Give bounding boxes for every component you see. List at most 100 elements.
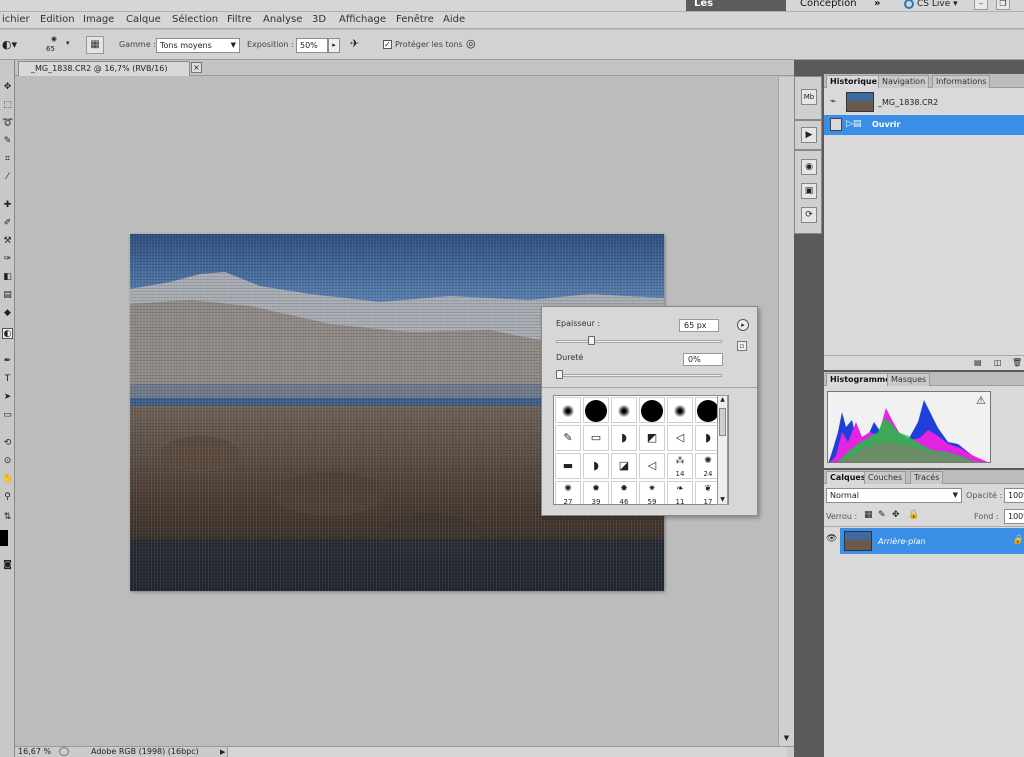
brush-scatter-preset[interactable]: ✸ 46 [611, 481, 637, 504]
menu-view[interactable]: Affichage [339, 14, 386, 25]
history-brush-source-box[interactable] [830, 118, 842, 131]
crop-tool-icon[interactable]: ⌗ [2, 154, 13, 165]
status-menu-icon[interactable]: ▶ [220, 747, 225, 757]
workspace-essentials-button[interactable]: Les indispensables [686, 0, 786, 23]
history-state-row[interactable]: ▷▤ Ouvrir [824, 115, 1024, 135]
dodge-tool-icon[interactable]: ◐ [2, 328, 13, 339]
brush-grid-scrollbar[interactable]: ▲ ▼ [717, 395, 728, 505]
tab-navigation[interactable]: Navigation [878, 75, 930, 88]
horizontal-scrollbar[interactable] [227, 747, 787, 757]
brush-angled-icon[interactable]: ◪ [611, 453, 637, 479]
menu-edit[interactable]: Edition [40, 14, 75, 25]
path-select-tool-icon[interactable]: ➤ [2, 392, 13, 403]
close-icon[interactable]: × [191, 62, 202, 73]
restore-icon[interactable]: ❐ [996, 0, 1010, 10]
menu-image[interactable]: Image [83, 14, 114, 25]
clone-source-icon[interactable]: ⟳ [801, 207, 817, 223]
new-snapshot-icon[interactable]: ◫ [994, 358, 1002, 367]
menu-select[interactable]: Sélection [172, 14, 218, 25]
move-tool-icon[interactable]: ✥ [2, 82, 13, 93]
brush-tool-icon[interactable]: ✐ [2, 218, 13, 229]
brush-angled-icon[interactable]: ◩ [639, 425, 665, 451]
brush-size-slider[interactable] [556, 340, 722, 343]
new-document-from-state-icon[interactable]: ▤ [974, 358, 982, 367]
scroll-down-icon[interactable]: ▼ [781, 734, 792, 744]
scrollbar-thumb[interactable] [719, 408, 726, 436]
brush-fan-icon[interactable]: ◁ [667, 425, 693, 451]
brush-round-tip-icon[interactable]: ◗ [583, 453, 609, 479]
brush-flat-icon[interactable]: ▬ [555, 453, 581, 479]
brush-soft-round[interactable] [667, 397, 693, 423]
minimize-icon[interactable]: – [974, 0, 988, 10]
actions-play-icon[interactable]: ▶ [801, 127, 817, 143]
mini-bridge-icon[interactable]: Mb [801, 89, 817, 105]
brush-size-input[interactable]: 65 px [679, 319, 719, 332]
menu-file[interactable]: ichier [2, 14, 30, 25]
menu-help[interactable]: Aide [443, 14, 465, 25]
marquee-tool-icon[interactable]: ⬚ [2, 100, 13, 111]
workspace-more-button[interactable]: » [866, 0, 888, 11]
clone-stamp-tool-icon[interactable]: ⚒ [2, 236, 13, 247]
exposure-input[interactable]: 50% [296, 38, 328, 53]
pressure-size-icon[interactable]: ◎ [466, 37, 482, 53]
workspace-conception-button[interactable]: Conception [792, 0, 865, 11]
quick-mask-icon[interactable]: ◙ [2, 560, 13, 571]
brush-scatter-preset[interactable]: ❧ 11 [667, 481, 693, 504]
foreground-color-swatch[interactable] [0, 530, 8, 546]
type-tool-icon[interactable]: T [2, 374, 13, 385]
zoom-tool-icon[interactable]: ⚲ [2, 492, 13, 503]
healing-brush-tool-icon[interactable]: ✚ [2, 200, 13, 211]
quick-select-tool-icon[interactable]: ✎ [2, 136, 13, 147]
range-select[interactable]: Tons moyens ▼ [156, 38, 240, 53]
brush-scatter-preset[interactable]: ✺ 27 [555, 481, 581, 504]
tab-info[interactable]: Informations [932, 75, 991, 88]
warning-icon[interactable]: ⚠ [976, 394, 986, 407]
protect-tones-checkbox[interactable]: ✓ [383, 40, 392, 49]
brush-soft-round[interactable] [611, 397, 637, 423]
lock-position-icon[interactable]: ✥ [892, 510, 900, 520]
scroll-up-icon[interactable]: ▲ [718, 396, 727, 404]
menu-window[interactable]: Fenêtre [396, 14, 434, 25]
hardness-slider[interactable] [556, 374, 722, 377]
fill-input[interactable]: 100% [1004, 509, 1024, 524]
brush-scatter-preset[interactable]: ✹ 39 [583, 481, 609, 504]
tab-masks[interactable]: Masques [887, 373, 931, 386]
brush-size-slider-thumb[interactable] [587, 336, 595, 345]
adjustments-icon[interactable]: ◉ [801, 159, 817, 175]
eyedropper-tool-icon[interactable]: ⁄ [2, 172, 13, 183]
menu-3d[interactable]: 3D [312, 14, 326, 25]
blur-tool-icon[interactable]: ◆ [2, 308, 13, 319]
picker-menu-icon[interactable]: ▸ [737, 319, 749, 331]
brush-soft-round[interactable] [555, 397, 581, 423]
vertical-scrollbar[interactable]: ▼ [778, 77, 794, 746]
brush-scatter-preset[interactable]: ✷ 59 [639, 481, 665, 504]
airbrush-icon[interactable]: ✈ [350, 37, 368, 53]
masks-icon[interactable]: ▣ [801, 183, 817, 199]
hand-tool-icon[interactable]: ✋ [2, 474, 13, 485]
exposure-slider-toggle-icon[interactable]: ▸ [328, 38, 340, 53]
brush-flat-icon[interactable]: ▭ [583, 425, 609, 451]
menu-analysis[interactable]: Analyse [263, 14, 302, 25]
dodge-tool-preset-icon[interactable]: ◐▾ [2, 36, 28, 54]
scroll-down-icon[interactable]: ▼ [718, 496, 727, 504]
tab-history[interactable]: Historique [826, 75, 882, 88]
brush-scatter-preset[interactable]: ⁂ 14 [667, 453, 693, 479]
trash-icon[interactable]: 🗑 [1012, 358, 1022, 367]
lock-pixels-icon[interactable]: ✎ [878, 510, 886, 520]
history-brush-source-icon[interactable]: ⌁ [830, 96, 836, 107]
eye-icon[interactable]: 👁 [826, 534, 838, 546]
history-brush-tool-icon[interactable]: ✑ [2, 254, 13, 265]
3d-orbit-tool-icon[interactable]: ⊙ [2, 456, 13, 467]
tab-histogram[interactable]: Histogramme [826, 373, 895, 386]
brush-hard-round[interactable] [639, 397, 665, 423]
gradient-tool-icon[interactable]: ▤ [2, 290, 13, 301]
brush-hard-round[interactable] [583, 397, 609, 423]
menu-filter[interactable]: Filtre [227, 14, 252, 25]
lock-transparency-icon[interactable]: ▦ [864, 510, 873, 520]
cs-live-button[interactable]: CS Live ▾ [904, 0, 958, 11]
new-preset-icon[interactable]: ▫ [737, 341, 747, 351]
brush-panel-toggle-icon[interactable]: ▦ [86, 36, 104, 54]
lock-all-icon[interactable]: 🔒 [908, 510, 919, 520]
zoom-level[interactable]: 16,67 % [18, 747, 51, 757]
3d-rotate-tool-icon[interactable]: ⟲ [2, 438, 13, 449]
